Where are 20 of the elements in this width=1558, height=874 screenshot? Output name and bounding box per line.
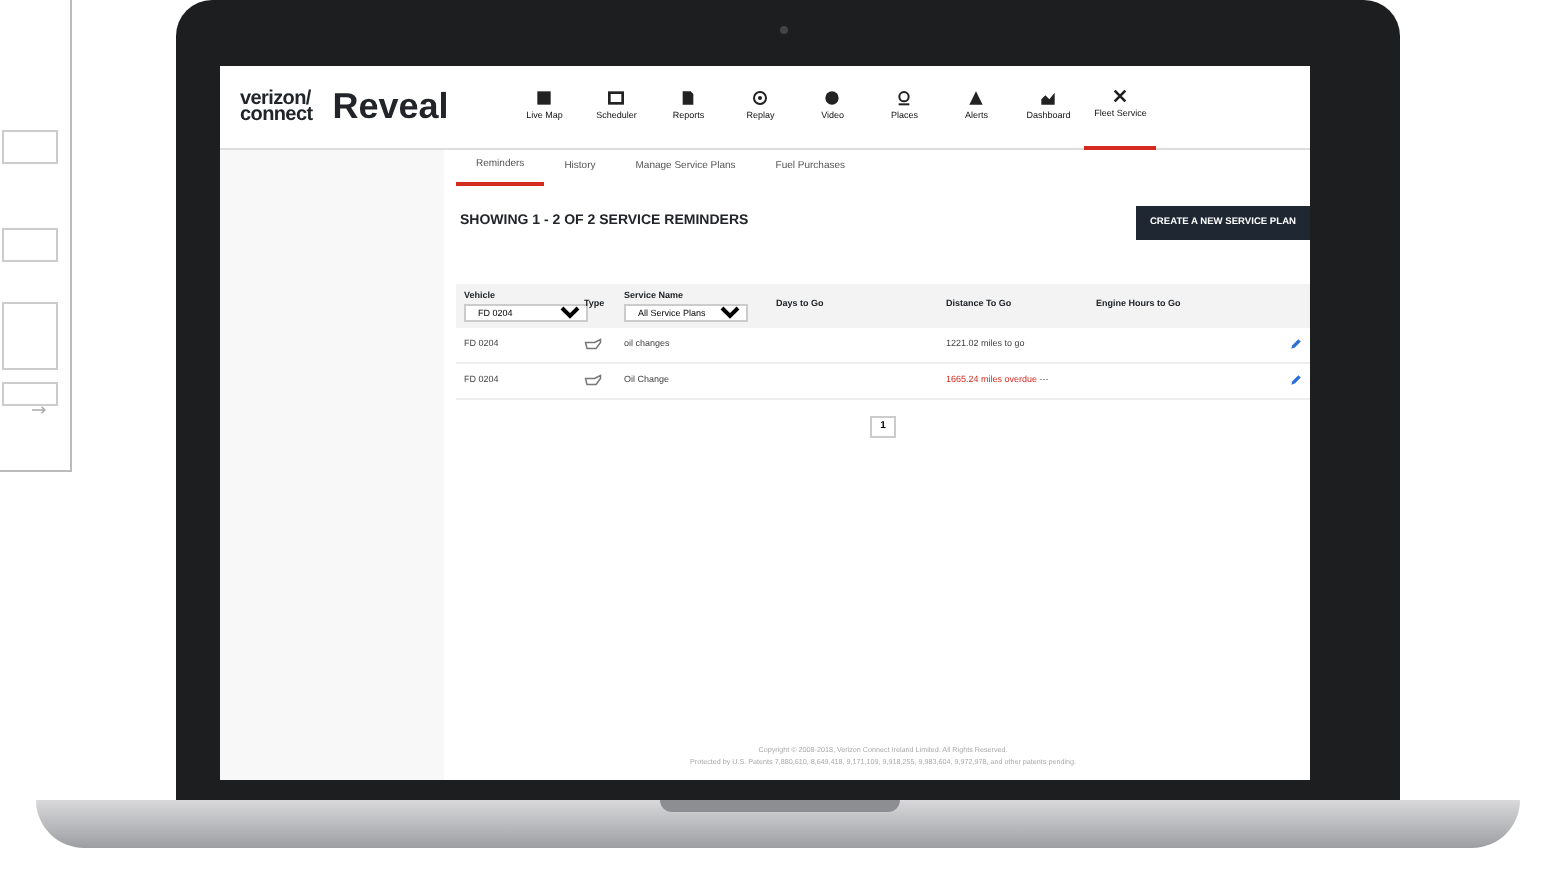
- map-icon: [536, 90, 553, 107]
- location-pin-icon: [896, 90, 913, 107]
- calendar-icon: [608, 90, 625, 107]
- chart-icon: [1040, 90, 1057, 107]
- oil-can-icon: [584, 373, 602, 386]
- input-field[interactable]: [2, 228, 58, 262]
- input-field[interactable]: [2, 130, 58, 164]
- document-icon: [680, 90, 697, 107]
- camera-icon: [780, 26, 788, 34]
- replay-icon: [752, 90, 769, 107]
- edit-icon[interactable]: [1290, 337, 1302, 350]
- alert-icon: [968, 90, 985, 107]
- tools-icon: [1112, 88, 1129, 105]
- edit-icon[interactable]: [1290, 373, 1302, 386]
- text-area-field[interactable]: [2, 302, 58, 370]
- arrow-icon: [32, 403, 48, 416]
- oil-can-icon: [584, 337, 602, 350]
- video-icon: [824, 90, 841, 107]
- product-name: Reveal: [332, 84, 449, 130]
- logo: verizon/ connect: [240, 91, 313, 123]
